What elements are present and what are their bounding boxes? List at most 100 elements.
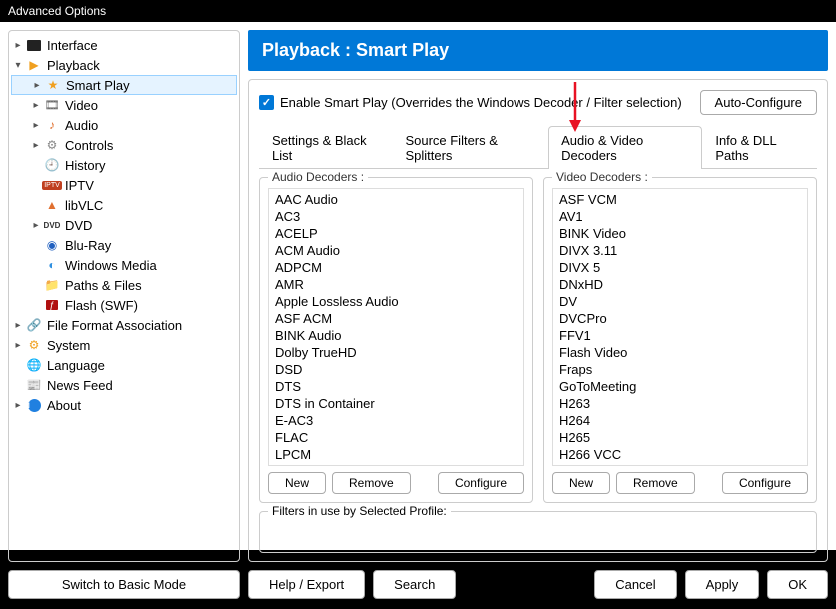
list-item[interactable]: H265 [559, 429, 801, 446]
list-item[interactable]: ACM Audio [275, 242, 517, 259]
tree-flash[interactable]: ƒFlash (SWF) [11, 295, 237, 315]
tree-system[interactable]: ⚙System [11, 335, 237, 355]
titlebar: Advanced Options [0, 0, 836, 22]
video-new-button[interactable]: New [552, 472, 610, 494]
enable-smart-play-checkbox[interactable]: ✓ Enable Smart Play (Overrides the Windo… [259, 95, 682, 110]
list-item[interactable]: Dolby TrueHD [275, 344, 517, 361]
tree-paths[interactable]: 📁Paths & Files [11, 275, 237, 295]
filters-group: Filters in use by Selected Profile: [259, 511, 817, 553]
list-item[interactable]: AC3 [275, 208, 517, 225]
dvd-icon: DVD [43, 217, 61, 233]
list-item[interactable]: H263 [559, 395, 801, 412]
tree-news[interactable]: 📰News Feed [11, 375, 237, 395]
video-decoders-list[interactable]: ASF VCMAV1BINK VideoDIVX 3.11DIVX 5DNxHD… [553, 189, 807, 465]
list-item[interactable]: ASF VCM [559, 191, 801, 208]
list-item[interactable]: AAC Audio [275, 191, 517, 208]
tree-dvd[interactable]: DVDDVD [11, 215, 237, 235]
video-decoders-group: Video Decoders : ASF VCMAV1BINK VideoDIV… [543, 177, 817, 503]
list-item[interactable]: H266 VCC [559, 446, 801, 463]
tree-iptv[interactable]: IPTVIPTV [11, 175, 237, 195]
window-title: Advanced Options [8, 4, 106, 18]
audio-new-button[interactable]: New [268, 472, 326, 494]
audio-decoders-group: Audio Decoders : AAC AudioAC3ACELPACM Au… [259, 177, 533, 503]
smart-play-panel: ✓ Enable Smart Play (Overrides the Windo… [248, 79, 828, 562]
play-icon: ▶ [25, 57, 43, 73]
globe-icon: 🌐 [25, 357, 43, 373]
monitor-icon [25, 37, 43, 53]
list-item[interactable]: DIVX 5 [559, 259, 801, 276]
switch-basic-button[interactable]: Switch to Basic Mode [8, 570, 240, 599]
gear-icon: ⚙ [25, 337, 43, 353]
check-icon: ✓ [259, 95, 274, 110]
tab-info-dll[interactable]: Info & DLL Paths [702, 126, 817, 169]
list-item[interactable]: Fraps [559, 361, 801, 378]
list-item[interactable]: FFV1 [559, 327, 801, 344]
tree-interface[interactable]: Interface [11, 35, 237, 55]
tab-strip: Settings & Black List Source Filters & S… [259, 125, 817, 169]
auto-configure-button[interactable]: Auto-Configure [700, 90, 817, 115]
tab-decoders[interactable]: Audio & Video Decoders [548, 126, 702, 169]
bluray-icon: ◉ [43, 237, 61, 253]
video-remove-button[interactable]: Remove [616, 472, 695, 494]
clock-icon: 🕘 [43, 157, 61, 173]
options-tree[interactable]: Interface ▶Playback ★Smart Play 🎞Video ♪… [8, 30, 240, 562]
tree-file-format[interactable]: 🔗File Format Association [11, 315, 237, 335]
tab-settings[interactable]: Settings & Black List [259, 126, 392, 169]
tab-source-filters[interactable]: Source Filters & Splitters [392, 126, 548, 169]
list-item[interactable]: AV1 [559, 208, 801, 225]
list-item[interactable]: LPCM [275, 446, 517, 463]
list-item[interactable]: DSD [275, 361, 517, 378]
list-item[interactable]: DIVX 3.11 [559, 242, 801, 259]
list-item[interactable]: DV [559, 293, 801, 310]
video-configure-button[interactable]: Configure [722, 472, 808, 494]
audio-configure-button[interactable]: Configure [438, 472, 524, 494]
vlc-icon: ▲ [43, 197, 61, 213]
tree-smart-play[interactable]: ★Smart Play [11, 75, 237, 95]
tree-bluray[interactable]: ◉Blu-Ray [11, 235, 237, 255]
list-item[interactable]: GoToMeeting [559, 378, 801, 395]
list-item[interactable]: BINK Audio [275, 327, 517, 344]
sliders-icon: ⚙ [43, 137, 61, 153]
audio-group-label: Audio Decoders : [268, 170, 368, 184]
page-title: Playback : Smart Play [248, 30, 828, 71]
star-icon: ★ [44, 77, 62, 93]
filters-label: Filters in use by Selected Profile: [268, 504, 451, 518]
film-icon: 🎞 [43, 97, 61, 113]
tree-about[interactable]: iAbout [11, 395, 237, 415]
list-item[interactable]: DTS [275, 378, 517, 395]
list-item[interactable]: Flash Video [559, 344, 801, 361]
list-item[interactable]: DTS in Container [275, 395, 517, 412]
list-item[interactable]: DNxHD [559, 276, 801, 293]
audio-remove-button[interactable]: Remove [332, 472, 411, 494]
iptv-icon: IPTV [43, 177, 61, 193]
list-item[interactable]: BINK Video [559, 225, 801, 242]
rss-icon: 📰 [25, 377, 43, 393]
info-icon: i [25, 397, 43, 413]
tree-video[interactable]: 🎞Video [11, 95, 237, 115]
tree-playback[interactable]: ▶Playback [11, 55, 237, 75]
list-item[interactable]: FLAC [275, 429, 517, 446]
list-item[interactable]: ACELP [275, 225, 517, 242]
help-export-button[interactable]: Help / Export [248, 570, 365, 599]
ok-button[interactable]: OK [767, 570, 828, 599]
tree-history[interactable]: 🕘History [11, 155, 237, 175]
list-item[interactable]: H264 [559, 412, 801, 429]
link-icon: 🔗 [25, 317, 43, 333]
tree-controls[interactable]: ⚙Controls [11, 135, 237, 155]
wm-icon: ◐ [43, 257, 61, 273]
list-item[interactable]: DVCPro [559, 310, 801, 327]
tree-windows-media[interactable]: ◐Windows Media [11, 255, 237, 275]
list-item[interactable]: ADPCM [275, 259, 517, 276]
apply-button[interactable]: Apply [685, 570, 760, 599]
cancel-button[interactable]: Cancel [594, 570, 676, 599]
folder-icon: 📁 [43, 277, 61, 293]
search-button[interactable]: Search [373, 570, 456, 599]
list-item[interactable]: E-AC3 [275, 412, 517, 429]
tree-libvlc[interactable]: ▲libVLC [11, 195, 237, 215]
audio-decoders-list[interactable]: AAC AudioAC3ACELPACM AudioADPCMAMRApple … [269, 189, 523, 465]
tree-audio[interactable]: ♪Audio [11, 115, 237, 135]
list-item[interactable]: ASF ACM [275, 310, 517, 327]
list-item[interactable]: Apple Lossless Audio [275, 293, 517, 310]
tree-language[interactable]: 🌐Language [11, 355, 237, 375]
list-item[interactable]: AMR [275, 276, 517, 293]
